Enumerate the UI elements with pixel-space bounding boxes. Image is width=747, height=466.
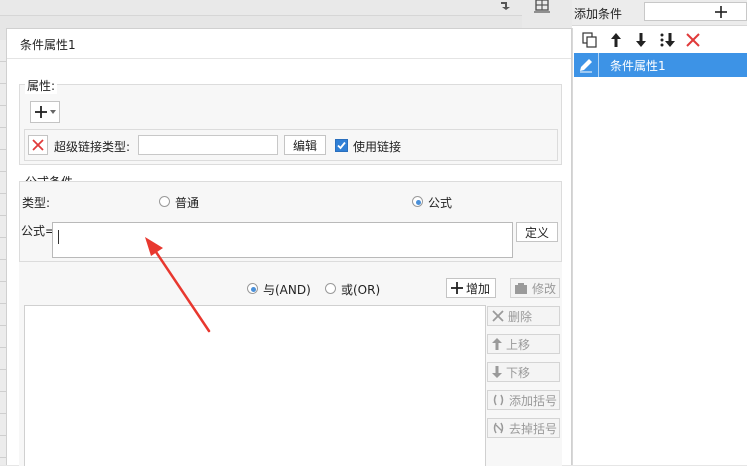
annotation-arrow	[145, 237, 211, 333]
